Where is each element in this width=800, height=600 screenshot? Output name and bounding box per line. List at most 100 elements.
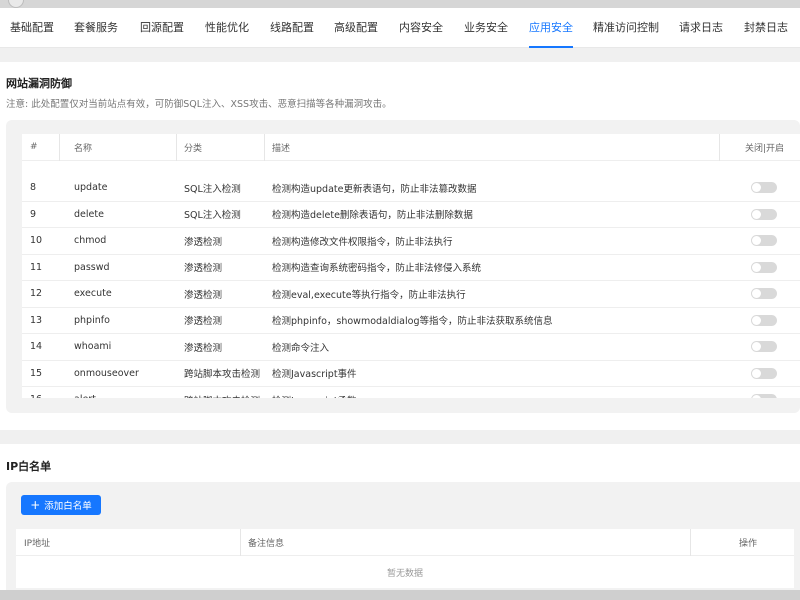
tab-1[interactable]: 套餐服务 — [74, 8, 118, 48]
cell-toggle — [751, 281, 777, 307]
cell-toggle — [751, 334, 777, 360]
table-row: 11 passwd 渗透检测 检测构造查询系统密码指令，防止非法修侵入系统 — [22, 255, 800, 281]
cell-desc: 检测命令注入 — [272, 342, 330, 354]
plus-icon: + — [30, 498, 41, 512]
cell-category: 渗透检测 — [184, 263, 223, 275]
whitelist-table-header: IP地址 备注信息 操作 — [16, 529, 794, 556]
cell-name: passwd — [74, 261, 110, 273]
cell-num: 8 — [30, 182, 37, 194]
col-num-header: # — [30, 142, 38, 152]
vuln-defense-section: 网站漏洞防御 注意: 此处配置仅对当前站点有效，可防御SQL注入、XSS攻击、恶… — [0, 62, 800, 430]
rule-toggle-switch[interactable] — [751, 367, 777, 379]
cell-category: 渗透检测 — [184, 289, 223, 301]
cell-num: 11 — [30, 261, 43, 273]
table-row: 12 execute 渗透检测 检测eval,execute等执行指令，防止非法执行 — [22, 281, 800, 308]
window-top-strip — [0, 0, 800, 8]
section-title-whitelist: IP白名单 — [6, 460, 52, 473]
tab-9[interactable]: 精准访问控制 — [593, 8, 659, 48]
cell-num: 15 — [30, 367, 43, 379]
table-row: 9 delete SQL注入检测 检测构造delete删除表语句，防止非法删除数据 — [22, 202, 800, 228]
col-remark-header: 备注信息 — [248, 538, 285, 549]
cell-num: 9 — [30, 208, 37, 220]
rule-toggle-switch[interactable] — [751, 261, 777, 273]
cell-toggle — [751, 361, 777, 387]
cell-category: SQL注入检测 — [184, 183, 241, 195]
col-ip-header: IP地址 — [24, 538, 51, 549]
cell-toggle — [751, 387, 777, 398]
rule-toggle-switch[interactable] — [751, 235, 777, 247]
cell-num: 12 — [30, 288, 43, 300]
cell-name: execute — [74, 288, 112, 300]
cell-num: 13 — [30, 314, 43, 326]
empty-state: 暂无数据 — [386, 568, 423, 579]
window-bottom-strip — [0, 590, 800, 600]
tab-4[interactable]: 线路配置 — [270, 8, 314, 48]
tab-bar: 基础配置 套餐服务 回源配置 性能优化 线路配置 高级配置 内容安全 业务安全 应用安全 精准访问… — [0, 8, 800, 48]
cell-name: onmouseover — [74, 367, 139, 379]
table-row: 16 alert 跨站脚本攻击检测 检测Javascript函数 — [22, 387, 800, 398]
table-header: # 名称 分类 描述 关闭|开启 — [22, 134, 800, 161]
add-whitelist-label: 添加白名单 — [44, 501, 92, 512]
cell-category: 渗透检测 — [184, 316, 223, 328]
cell-category: 渗透检测 — [184, 342, 223, 354]
cell-toggle — [751, 308, 777, 334]
section-title-vuln: 网站漏洞防御 — [6, 77, 72, 90]
rule-toggle-switch[interactable] — [751, 208, 777, 220]
col-toggle-header: 关闭|开启 — [745, 143, 785, 154]
rule-toggle-switch[interactable] — [751, 394, 777, 398]
cell-name: chmod — [74, 235, 107, 247]
cell-name: phpinfo — [74, 314, 110, 326]
cell-desc: 检测构造delete删除表语句，防止非法删除数据 — [272, 210, 473, 222]
cell-name: update — [74, 182, 108, 194]
cell-category: 跨站脚本攻击检测 — [184, 369, 261, 381]
cell-num: 14 — [30, 341, 43, 353]
rule-toggle-switch[interactable] — [751, 341, 777, 353]
cell-name: whoami — [74, 341, 112, 353]
rules-table: # 名称 分类 描述 关闭|开启 8 update SQL注入检测 检测构造updat… — [22, 134, 800, 398]
cell-toggle — [751, 255, 777, 281]
cell-desc: 检测构造查询系统密码指令，防止非法修侵入系统 — [272, 263, 482, 275]
cell-category: 渗透检测 — [184, 236, 223, 248]
tab-2[interactable]: 回源配置 — [140, 8, 184, 48]
cell-desc: 检测phpinfo，showmodaldialog等指令，防止非法获取系统信息 — [272, 316, 553, 328]
tab-11[interactable]: 封禁日志 — [744, 8, 788, 48]
table-row: 15 onmouseover 跨站脚本攻击检测 检测Javascript事件 — [22, 361, 800, 387]
cell-desc: 检测eval,execute等执行指令，防止非法执行 — [272, 289, 466, 301]
tab-5[interactable]: 高级配置 — [334, 8, 378, 48]
cell-desc: 检测构造修改文件权限指令，防止非法执行 — [272, 236, 453, 248]
section-note: 注意: 此处配置仅对当前站点有效，可防御SQL注入、XSS攻击、恶意扫描等各种漏… — [6, 99, 392, 110]
rule-toggle-switch[interactable] — [751, 182, 777, 194]
ip-whitelist-section: IP白名单 + 添加白名单 IP地址 备注信息 操作 暂无数据 — [0, 444, 800, 590]
cell-num: 16 — [30, 387, 42, 398]
table-row: 13 phpinfo 渗透检测 检测phpinfo，showmodaldialog等指… — [22, 308, 800, 334]
tab-8[interactable]: 应用安全 — [529, 8, 573, 48]
tab-6[interactable]: 内容安全 — [399, 8, 443, 48]
cell-toggle — [751, 202, 777, 228]
circle-icon — [8, 0, 24, 8]
cell-desc: 检测Javascript函数 — [272, 387, 357, 398]
cell-desc: 检测构造update更新表语句，防止非法篡改数据 — [272, 183, 477, 195]
cell-name: delete — [74, 208, 104, 220]
table-row: 8 update SQL注入检测 检测构造update更新表语句，防止非法篡改数据 — [22, 175, 800, 202]
cell-toggle — [751, 175, 777, 201]
add-whitelist-button[interactable]: + 添加白名单 — [21, 495, 101, 515]
table-row: 14 whoami 渗透检测 检测命令注入 — [22, 334, 800, 361]
cell-category: 跨站脚本攻击检测 — [184, 387, 260, 398]
tab-10[interactable]: 请求日志 — [679, 8, 723, 48]
tab-0[interactable]: 基础配置 — [10, 8, 54, 48]
whitelist-table: IP地址 备注信息 操作 暂无数据 — [16, 529, 794, 588]
cell-toggle — [751, 228, 777, 254]
cell-num: 10 — [30, 235, 43, 247]
cell-name: alert — [74, 387, 96, 398]
rule-toggle-switch[interactable] — [751, 288, 777, 300]
cell-desc: 检测Javascript事件 — [272, 369, 357, 381]
table-row: 10 chmod 渗透检测 检测构造修改文件权限指令，防止非法执行 — [22, 228, 800, 255]
col-action-header: 操作 — [739, 538, 758, 549]
tab-3[interactable]: 性能优化 — [205, 8, 249, 48]
rule-toggle-switch[interactable] — [751, 314, 777, 326]
cell-category: SQL注入检测 — [184, 210, 241, 222]
col-desc-header: 描述 — [272, 143, 291, 154]
rules-table-container: # 名称 分类 描述 关闭|开启 8 update SQL注入检测 检测构造updat… — [6, 120, 800, 413]
col-name-header: 名称 — [74, 143, 93, 154]
tab-7[interactable]: 业务安全 — [464, 8, 508, 48]
